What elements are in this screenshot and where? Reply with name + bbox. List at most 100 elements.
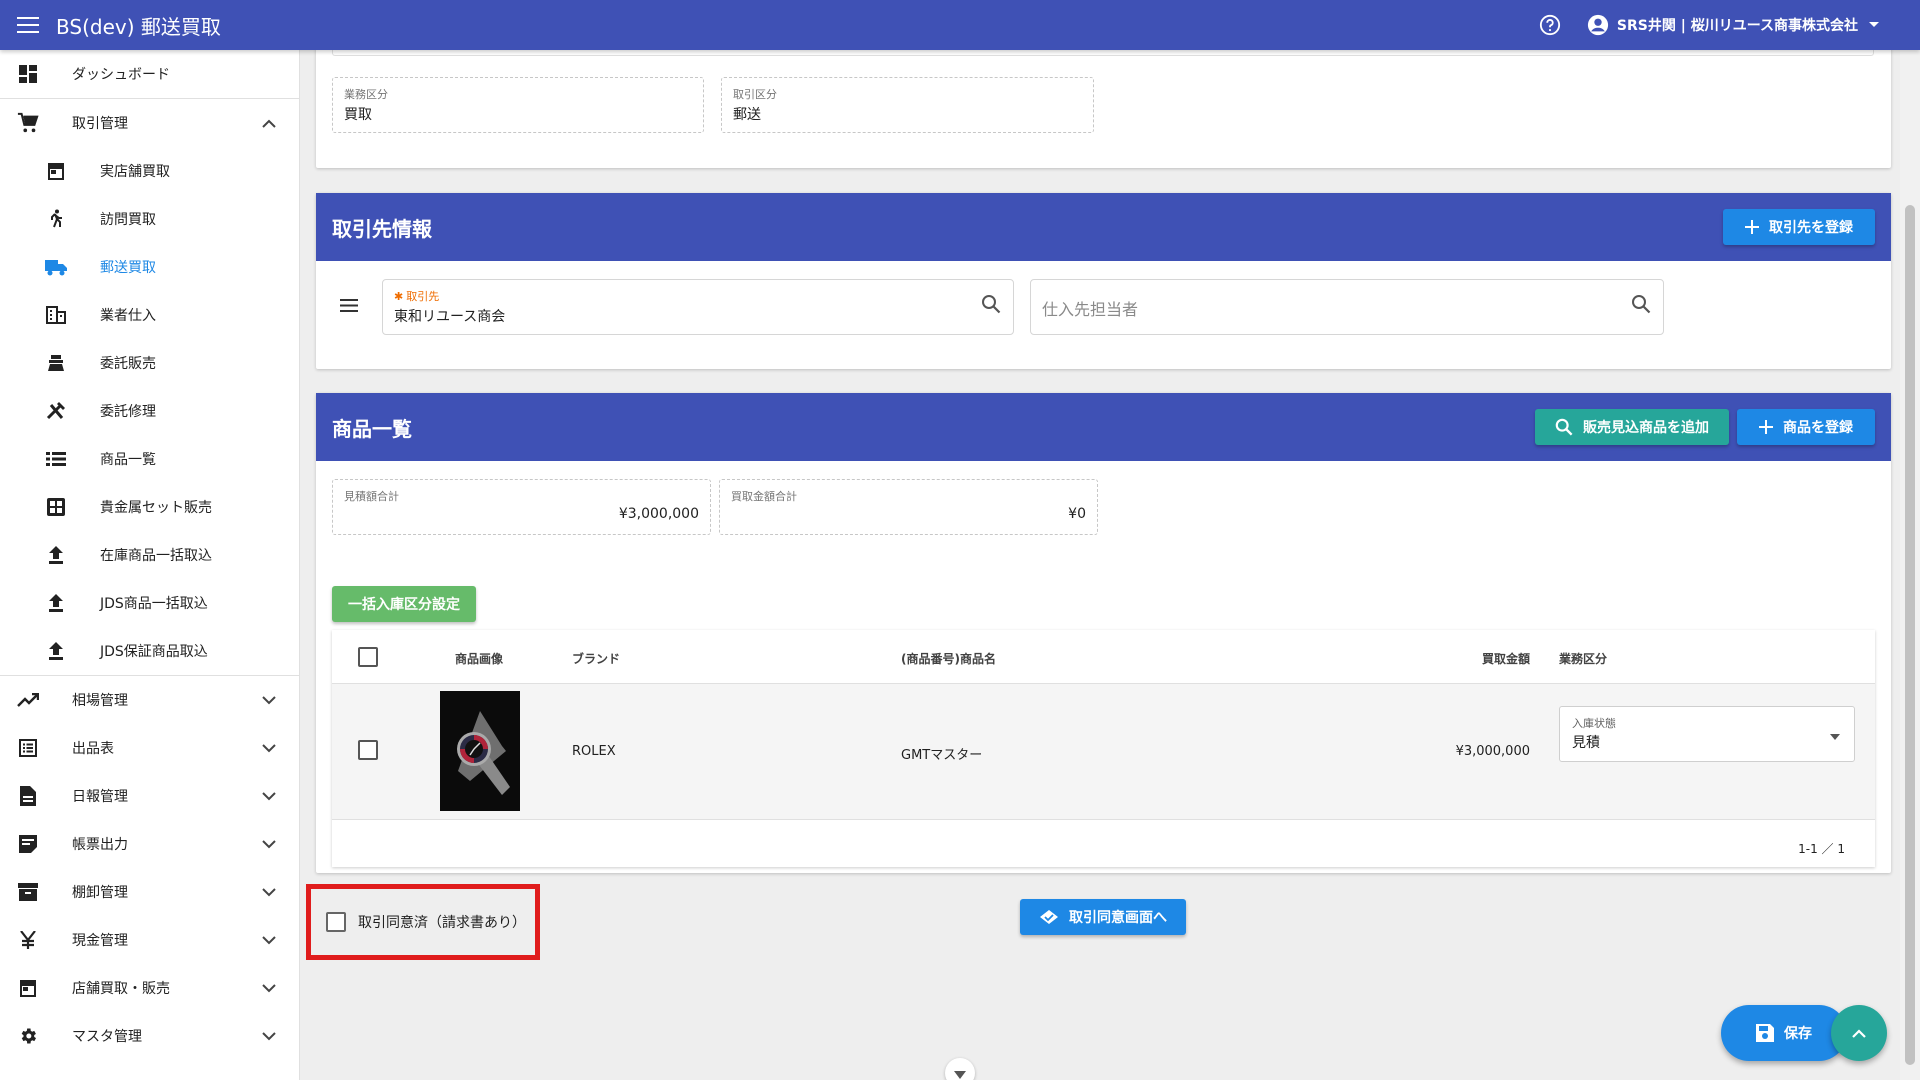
walk-icon bbox=[44, 207, 68, 231]
sidebar-item-consignment-repair[interactable]: 委託修理 bbox=[0, 387, 299, 435]
sidebar-item-visit-purchase[interactable]: 訪問買取 bbox=[0, 195, 299, 243]
watch-icon bbox=[440, 691, 520, 811]
stock-status-select[interactable]: 入庫状態 見積 bbox=[1559, 706, 1855, 762]
product-image[interactable] bbox=[440, 691, 520, 811]
row-checkbox[interactable] bbox=[358, 740, 378, 760]
sidebar-item-daily-report[interactable]: 日報管理 bbox=[0, 772, 299, 820]
sidebar-item-precious-metal-set[interactable]: 貴金属セット販売 bbox=[0, 483, 299, 531]
contact-person-field[interactable]: 仕入先担当者 bbox=[1030, 279, 1664, 335]
list-icon bbox=[44, 447, 68, 471]
price-cell: ¥3,000,000 bbox=[1455, 744, 1530, 759]
user-menu[interactable]: SRS井関 | 桜川リユース商事株式会社 bbox=[1587, 14, 1880, 36]
sidebar-item-vendor-purchase[interactable]: 業者仕入 bbox=[0, 291, 299, 339]
chevron-down-icon bbox=[954, 1066, 966, 1080]
table-header: 商品画像 ブランド (商品番号)商品名 買取金額 業務区分 bbox=[332, 630, 1875, 684]
scroll-top-button[interactable] bbox=[1831, 1005, 1887, 1061]
chevron-down-icon bbox=[257, 928, 281, 952]
sidebar-item-label: 訪問買取 bbox=[100, 212, 156, 228]
store-icon bbox=[16, 976, 40, 1000]
sidebar-item-label: 郵送買取 bbox=[100, 260, 156, 276]
brand-cell: ROLEX bbox=[572, 744, 616, 759]
sidebar-item-transactions[interactable]: 取引管理 bbox=[0, 99, 299, 147]
sidebar-item-store-purchase[interactable]: 実店舗買取 bbox=[0, 147, 299, 195]
sidebar-item-label: 棚卸管理 bbox=[72, 885, 128, 901]
sidebar-item-jds-warranty-import[interactable]: JDS保証商品取込 bbox=[0, 627, 299, 675]
dropdown-arrow-icon bbox=[1830, 725, 1840, 744]
column-header: (商品番号)商品名 bbox=[901, 652, 996, 666]
scrollbar-thumb[interactable] bbox=[1905, 205, 1915, 1065]
chevron-down-icon bbox=[257, 736, 281, 760]
sidebar-item-label: 実店舗買取 bbox=[100, 164, 170, 180]
register-partner-button[interactable]: 取引先を登録 bbox=[1723, 209, 1875, 245]
chevron-down-icon bbox=[257, 784, 281, 808]
agreement-label: 取引同意済（請求書あり） bbox=[358, 915, 526, 931]
partner-card: 取引先情報 取引先を登録 ✱ 取引先 東和リユース商会 仕入先担当者 bbox=[316, 193, 1891, 369]
sidebar-item-label: 出品表 bbox=[72, 741, 114, 757]
save-button[interactable]: 保存 bbox=[1721, 1005, 1847, 1061]
sidebar-item-cash[interactable]: 現金管理 bbox=[0, 916, 299, 964]
business-type-field: 業務区分 買取 bbox=[332, 77, 704, 133]
sidebar-item-market-price[interactable]: 相場管理 bbox=[0, 676, 299, 724]
truck-icon bbox=[44, 255, 68, 279]
search-icon[interactable] bbox=[1631, 294, 1651, 314]
sidebar-item-master[interactable]: マスタ管理 bbox=[0, 1012, 299, 1060]
dashboard-icon bbox=[16, 62, 40, 86]
plus-icon bbox=[1759, 420, 1773, 434]
column-header: 業務区分 bbox=[1559, 652, 1608, 666]
menu-icon[interactable] bbox=[340, 297, 358, 316]
scrollbar[interactable] bbox=[1900, 50, 1920, 1080]
archive-icon bbox=[16, 880, 40, 904]
partner-card-header: 取引先情報 取引先を登録 bbox=[316, 193, 1891, 261]
plus-icon bbox=[1745, 220, 1759, 234]
products-table: 商品画像 ブランド (商品番号)商品名 買取金額 業務区分 ROLEX GMTマ… bbox=[332, 630, 1875, 867]
store-icon bbox=[44, 159, 68, 183]
sidebar-item-label: マスタ管理 bbox=[72, 1029, 142, 1045]
sidebar-item-consignment-sales[interactable]: 委託販売 bbox=[0, 339, 299, 387]
agreement-checkbox-group[interactable]: 取引同意済（請求書あり） bbox=[326, 912, 526, 932]
sidebar-item-inventory[interactable]: 棚卸管理 bbox=[0, 868, 299, 916]
sidebar-item-label: 委託販売 bbox=[100, 356, 156, 372]
sidebar-item-report-output[interactable]: 帳票出力 bbox=[0, 820, 299, 868]
register-product-button[interactable]: 商品を登録 bbox=[1737, 409, 1875, 445]
column-header: 商品画像 bbox=[455, 652, 504, 666]
app-title: BS(dev) 郵送買取 bbox=[56, 14, 221, 39]
account-icon bbox=[1587, 14, 1609, 36]
products-card: 商品一覧 販売見込商品を追加 商品を登録 見積額合計 ¥3,000,000 買取… bbox=[316, 393, 1891, 873]
table-row[interactable]: ROLEX GMTマスター ¥3,000,000 入庫状態 見積 bbox=[332, 684, 1875, 820]
scale-icon bbox=[44, 351, 68, 375]
agreement-checkbox[interactable] bbox=[326, 912, 346, 932]
user-name: SRS井関 | 桜川リユース商事株式会社 bbox=[1616, 18, 1858, 34]
partner-title: 取引先情報 bbox=[332, 216, 432, 241]
sidebar-item-label: 貴金属セット販売 bbox=[100, 500, 212, 516]
sidebar-item-stock-import[interactable]: 在庫商品一括取込 bbox=[0, 531, 299, 579]
column-header: ブランド bbox=[572, 652, 621, 666]
grid-icon bbox=[44, 495, 68, 519]
select-all-checkbox[interactable] bbox=[358, 647, 378, 667]
products-title: 商品一覧 bbox=[332, 416, 412, 441]
sidebar-item-store-sales[interactable]: 店舗買取・販売 bbox=[0, 964, 299, 1012]
menu-icon[interactable] bbox=[0, 0, 56, 50]
sidebar-item-product-list[interactable]: 商品一覧 bbox=[0, 435, 299, 483]
add-expected-product-button[interactable]: 販売見込商品を追加 bbox=[1535, 409, 1729, 445]
bulk-stock-type-button[interactable]: 一括入庫区分設定 bbox=[332, 586, 476, 622]
agreement-screen-button[interactable]: 取引同意画面へ bbox=[1020, 899, 1186, 935]
sidebar-item-jds-import[interactable]: JDS商品一括取込 bbox=[0, 579, 299, 627]
sidebar-item-mail-purchase[interactable]: 郵送買取 bbox=[0, 243, 299, 291]
chevron-up-icon bbox=[257, 111, 281, 135]
search-icon[interactable] bbox=[981, 294, 1001, 314]
help-icon[interactable] bbox=[1535, 10, 1565, 40]
sidebar-item-label: 相場管理 bbox=[72, 693, 128, 709]
yen-icon bbox=[16, 928, 40, 952]
column-header: 買取金額 bbox=[1481, 652, 1530, 666]
scroll-down-indicator[interactable] bbox=[945, 1058, 975, 1080]
transaction-type-field: 取引区分 郵送 bbox=[721, 77, 1094, 133]
sidebar-item-label: 日報管理 bbox=[72, 789, 128, 805]
sidebar-item-label: 店舗買取・販売 bbox=[72, 981, 170, 997]
chevron-down-icon bbox=[257, 976, 281, 1000]
purchase-total-field: 買取金額合計 ¥0 bbox=[719, 479, 1098, 535]
chevron-down-icon bbox=[257, 1024, 281, 1048]
partner-field[interactable]: ✱ 取引先 東和リユース商会 bbox=[382, 279, 1014, 335]
sidebar-item-label: 商品一覧 bbox=[100, 452, 156, 468]
sidebar-item-listing-sheet[interactable]: 出品表 bbox=[0, 724, 299, 772]
sidebar-item-dashboard[interactable]: ダッシュボード bbox=[0, 50, 299, 98]
